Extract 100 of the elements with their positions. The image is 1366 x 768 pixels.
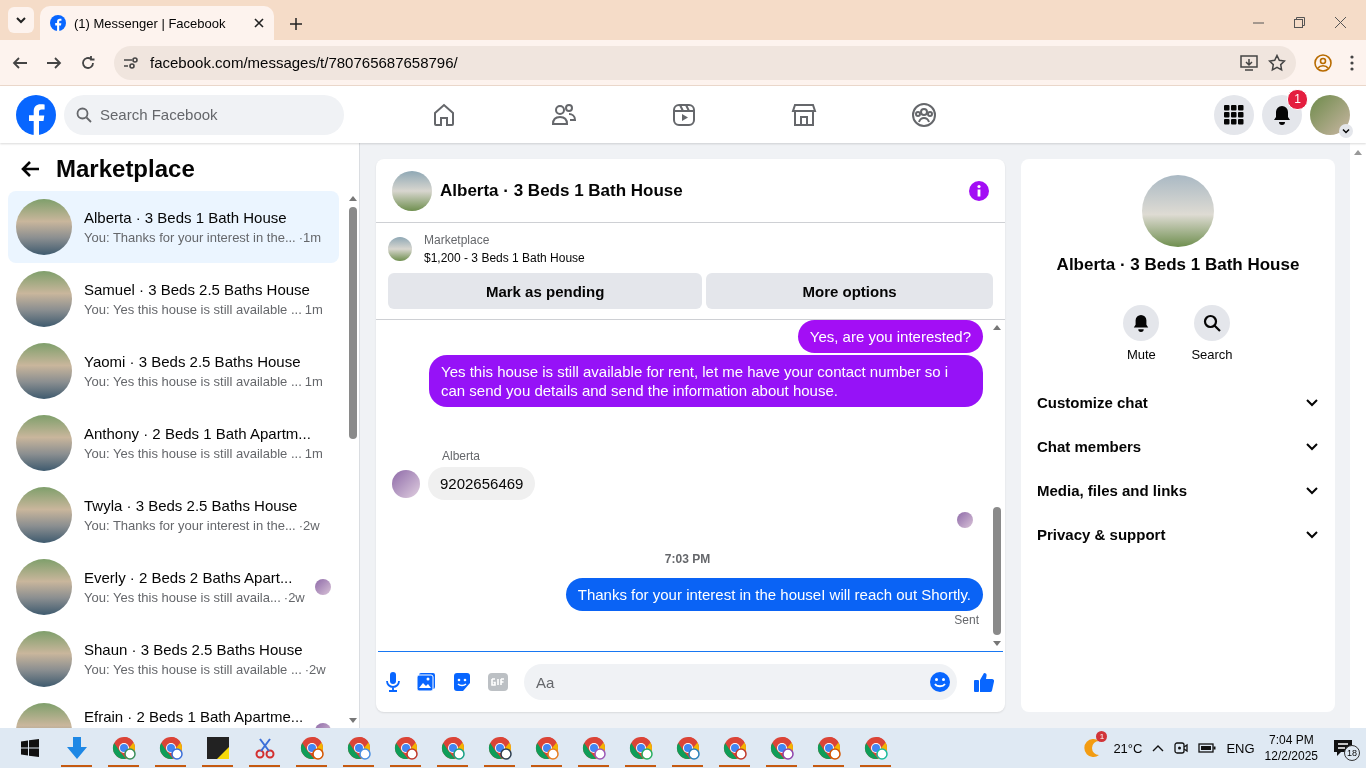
scrollbar-thumb[interactable] xyxy=(349,207,357,439)
scroll-down-icon[interactable] xyxy=(993,641,1001,647)
avatar xyxy=(392,469,420,498)
notifications-button[interactable] xyxy=(1262,94,1302,135)
sidebar-title: Marketplace xyxy=(56,155,195,183)
microphone-icon[interactable] xyxy=(386,672,400,692)
browser-profile-icon[interactable] xyxy=(111,736,136,760)
browser-profile-icon[interactable] xyxy=(722,736,747,760)
conversation-item[interactable]: Yaomi · 3 Beds 2.5 Baths House You: Yes this house is still available ... 1m xyxy=(8,335,339,407)
browser-profile-icon[interactable] xyxy=(346,736,371,760)
browser-profile-icon[interactable] xyxy=(628,736,653,760)
browser-profile-icon[interactable] xyxy=(158,736,183,760)
message-time: ·2w xyxy=(298,518,320,533)
browser-profile-icon[interactable] xyxy=(816,736,841,760)
browser-profile-icon[interactable] xyxy=(675,736,700,760)
weather-badge: 1 xyxy=(1096,730,1108,742)
message-bubble: Thanks for your interest in the houseI will reach out Shortly. xyxy=(565,578,983,611)
sender-name: Alberta xyxy=(442,449,482,463)
browser-profile-icon[interactable] xyxy=(440,736,465,760)
message-bubble: Yes, are you interested? xyxy=(797,320,983,353)
conversation-item[interactable]: Shaun · 3 Beds 2.5 Baths House You: Yes this house is still available ... ·2w xyxy=(8,623,339,695)
listing-action-button[interactable]: More options xyxy=(706,273,993,309)
forward-arrow-icon[interactable] xyxy=(46,54,62,71)
section-header[interactable]: Privacy & support xyxy=(1029,512,1327,556)
listing-action-button[interactable]: Mark as pending xyxy=(388,273,703,309)
emoji-icon[interactable] xyxy=(929,671,951,693)
tab-list-button[interactable] xyxy=(8,7,34,33)
more-menu-icon[interactable] xyxy=(1350,54,1354,71)
conversation-title: Yaomi · 3 Beds 2.5 Baths House xyxy=(84,353,302,370)
info-icon[interactable] xyxy=(969,180,989,201)
chevron-up-icon[interactable] xyxy=(1152,744,1165,752)
conversation-item[interactable]: Twyla · 3 Beds 2.5 Baths House You: Thanks for your interest in the... ·2w xyxy=(8,479,339,551)
scrollbar-thumb[interactable] xyxy=(993,507,1001,635)
scroll-down-icon[interactable] xyxy=(349,718,357,724)
scissors-icon[interactable] xyxy=(253,737,276,759)
chevron-down-icon xyxy=(1342,126,1350,135)
scroll-up-icon[interactable] xyxy=(1354,149,1362,155)
groups-icon[interactable] xyxy=(910,100,938,129)
input-language[interactable]: ENG xyxy=(1226,740,1255,756)
profile-icon[interactable] xyxy=(1314,53,1332,72)
scroll-up-icon[interactable] xyxy=(993,324,1001,330)
conversation-item[interactable]: Anthony · 2 Beds 1 Bath Apartm... You: Yes this house is still available ... 1m xyxy=(8,407,339,479)
star-icon[interactable] xyxy=(1268,53,1286,72)
photo-placeholder xyxy=(388,237,412,261)
back-arrow-icon[interactable] xyxy=(12,54,28,71)
battery-icon[interactable] xyxy=(1198,742,1217,754)
sticker-icon[interactable] xyxy=(452,672,472,692)
scroll-up-icon[interactable] xyxy=(349,195,357,201)
photo-placeholder xyxy=(16,631,72,687)
search-placeholder: Search Facebook xyxy=(100,106,218,123)
conversation-item[interactable]: Samuel · 3 Beds 2.5 Baths House You: Yes this house is still available ... 1m xyxy=(8,263,339,335)
section-header[interactable]: Media, files and links xyxy=(1029,468,1327,512)
clock-time[interactable]: 7:04 PM xyxy=(1268,732,1314,748)
browser-profile-icon[interactable] xyxy=(769,736,794,760)
address-bar[interactable]: facebook.com/messages/t/780765687658796/ xyxy=(114,45,1296,80)
message-time: ·2w xyxy=(283,590,305,605)
conversation-title: Alberta · 3 Beds 1 Bath House xyxy=(84,209,288,226)
conversation-title: Alberta · 3 Beds 1 Bath House xyxy=(1056,255,1300,275)
browser-profile-icon[interactable] xyxy=(299,736,324,760)
menu-button[interactable] xyxy=(1214,94,1254,135)
message-bubble: Yes this house is still available for rent, let me have your contact number so i can send you details and send the information about house. xyxy=(429,355,983,407)
notification-count: 1 xyxy=(1287,88,1308,110)
search-icon xyxy=(1203,314,1221,332)
browser-profile-icon[interactable] xyxy=(863,736,888,760)
read-receipt-avatar xyxy=(957,512,973,528)
search-icon xyxy=(76,106,92,123)
image-icon[interactable] xyxy=(416,672,436,692)
message-input[interactable]: Aa xyxy=(524,664,957,700)
photo-placeholder xyxy=(16,487,72,543)
facebook-logo-icon[interactable] xyxy=(50,15,66,31)
conversation-title: Shaun · 3 Beds 2.5 Baths House xyxy=(84,641,304,658)
back-arrow-icon[interactable] xyxy=(20,160,40,178)
download-icon[interactable] xyxy=(66,737,87,759)
facebook-logo-icon[interactable] xyxy=(16,94,56,135)
bell-icon xyxy=(1272,104,1292,125)
chevron-down-icon xyxy=(16,15,26,25)
conversation-item[interactable]: Everly · 2 Beds 2 Baths Apart... You: Yes this house is still availa... ·2w xyxy=(8,551,339,623)
section-header[interactable]: Chat members xyxy=(1029,424,1327,468)
install-app-icon[interactable] xyxy=(1240,53,1258,72)
restore-icon[interactable] xyxy=(1294,17,1305,28)
windows-start-icon[interactable] xyxy=(20,739,39,757)
conversation-item[interactable]: Alberta · 3 Beds 1 Bath House You: Thanks for your interest in the... ·1m xyxy=(8,191,339,263)
message-preview: You: Thanks for your interest in the... xyxy=(84,518,296,533)
search-field[interactable]: Search Facebook xyxy=(64,94,344,135)
new-tab-icon[interactable] xyxy=(290,18,302,30)
browser-profile-icon[interactable] xyxy=(487,736,512,760)
photo-placeholder xyxy=(16,271,72,327)
timestamp: 7:03 PM xyxy=(664,552,711,566)
sticky-note-icon[interactable] xyxy=(206,737,229,759)
thumbs-up-icon[interactable] xyxy=(973,671,995,693)
close-icon[interactable] xyxy=(254,18,264,28)
section-header[interactable]: Customize chat xyxy=(1029,380,1327,424)
browser-profile-icon[interactable] xyxy=(393,736,418,760)
browser-profile-icon[interactable] xyxy=(581,736,606,760)
browser-tab[interactable]: (1) Messenger | Facebook xyxy=(40,6,274,40)
account-avatar[interactable] xyxy=(1310,94,1350,135)
clock-date[interactable]: 12/2/2025 xyxy=(1264,748,1318,764)
camera-icon[interactable] xyxy=(1174,741,1189,755)
message-time: 1m xyxy=(304,374,323,389)
reload-icon[interactable] xyxy=(80,54,96,71)
